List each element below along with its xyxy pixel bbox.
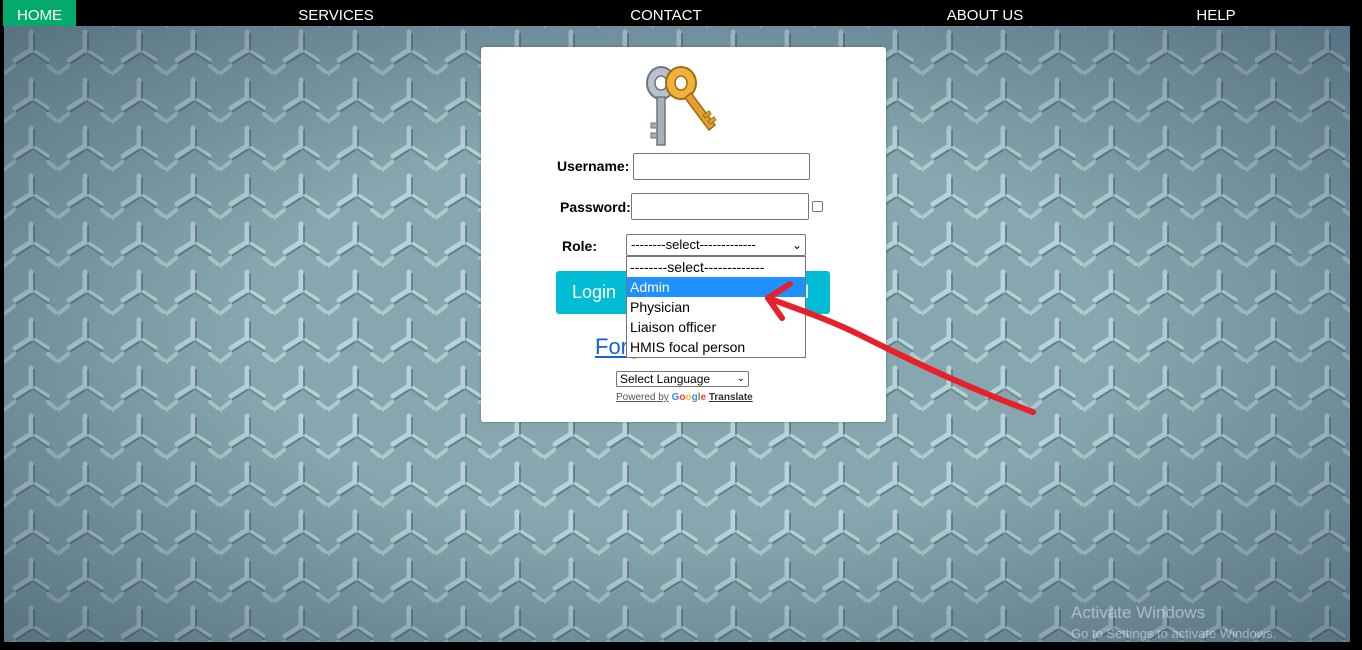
keys-icon — [646, 66, 717, 146]
chevron-down-icon: ⌄ — [736, 373, 745, 384]
windows-watermark-subtitle: Go to Settings to activate Windows. — [1071, 626, 1277, 641]
nav-contact[interactable]: CONTACT — [616, 0, 716, 26]
windows-watermark-title: Activate Windows — [1071, 603, 1206, 622]
nav-services[interactable]: SERVICES — [286, 0, 386, 26]
role-dropdown-list: --------select------------- Admin Physic… — [626, 256, 806, 358]
role-label: Role: — [562, 238, 597, 254]
powered-by-google-translate: Powered by Google Translate — [616, 392, 753, 403]
nav-home[interactable]: HOME — [3, 0, 76, 26]
nav-about-us[interactable]: ABOUT US — [935, 0, 1035, 26]
nav-help[interactable]: HELP — [1176, 0, 1256, 26]
role-option[interactable]: --------select------------- — [627, 257, 805, 277]
login-card: Username: Password: Role: --------select… — [481, 47, 886, 422]
google-logo: Google — [671, 392, 707, 403]
role-option-liaison-officer[interactable]: Liaison officer — [627, 317, 805, 337]
top-navbar: HOME SERVICES CONTACT ABOUT US HELP — [0, 0, 1362, 26]
show-password-checkbox[interactable] — [812, 201, 823, 212]
translate-link[interactable]: Translate — [709, 392, 753, 403]
language-select-value: Select Language — [620, 372, 711, 386]
powered-by-text: Powered by — [616, 392, 669, 403]
language-select[interactable]: Select Language ⌄ — [616, 371, 749, 387]
role-option-admin[interactable]: Admin — [627, 277, 805, 297]
chevron-down-icon: ⌄ — [791, 238, 802, 252]
login-button[interactable]: Login — [556, 271, 632, 314]
username-input[interactable] — [633, 153, 810, 180]
login-button-label: Login — [571, 282, 617, 302]
password-input[interactable] — [631, 193, 809, 220]
password-label: Password: — [560, 199, 631, 215]
role-option-hmis-focal-person[interactable]: HMIS focal person — [627, 337, 805, 357]
role-select-value: --------select------------- — [631, 237, 756, 252]
username-label: Username: — [557, 158, 630, 174]
role-option-physician[interactable]: Physician — [627, 297, 805, 317]
role-select[interactable]: --------select------------- ⌄ — [626, 234, 806, 256]
